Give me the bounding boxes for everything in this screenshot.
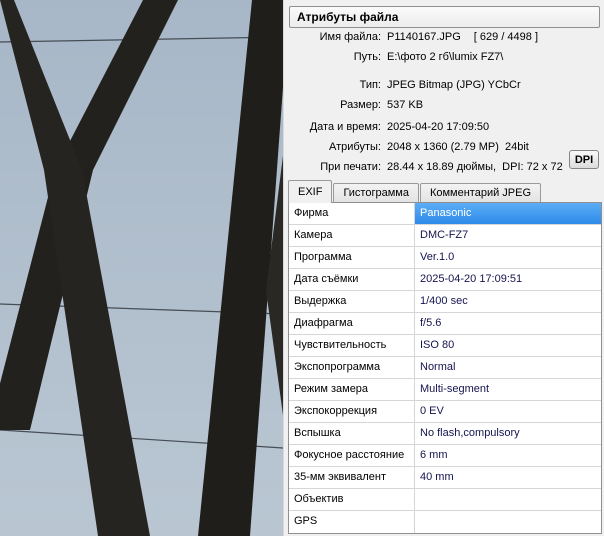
exif-row-camera[interactable]: Камера DMC-FZ7 — [289, 225, 601, 247]
exif-key: Экспопрограмма — [289, 357, 415, 378]
exif-row-flash[interactable]: Вспышка No flash,compulsory — [289, 423, 601, 445]
tab-jpeg-comment[interactable]: Комментарий JPEG — [419, 183, 542, 203]
exif-value: Normal — [420, 361, 456, 373]
exif-value: Ver.1.0 — [420, 251, 455, 263]
exif-key: Камера — [289, 225, 415, 246]
type-label: Тип: — [359, 79, 381, 91]
exif-row-metering[interactable]: Режим замера Multi-segment — [289, 379, 601, 401]
exif-row-iso[interactable]: Чувствительность ISO 80 — [289, 335, 601, 357]
filename-value: P1140167.JPG[ 629 / 4498 ] — [387, 31, 539, 43]
exif-row-shutter[interactable]: Выдержка 1/400 sec — [289, 291, 601, 313]
exif-key: GPS — [289, 511, 415, 533]
exif-key: Экспокоррекция — [289, 401, 415, 422]
exif-value: Multi-segment — [420, 383, 490, 395]
exif-key: 35-мм эквивалент — [289, 467, 415, 488]
exif-row-software[interactable]: Программа Ver.1.0 — [289, 247, 601, 269]
exif-row-gps[interactable]: GPS — [289, 511, 601, 533]
tab-bar: EXIF Гистограмма Комментарий JPEG — [288, 180, 542, 203]
photo-canvas[interactable] — [0, 0, 283, 536]
exif-row-expo-correction[interactable]: Экспокоррекция 0 EV — [289, 401, 601, 423]
tab-histogram[interactable]: Гистограмма — [333, 183, 419, 203]
exif-row-expo-program[interactable]: Экспопрограмма Normal — [289, 357, 601, 379]
file-index-counter: [ 629 / 4498 ] — [473, 31, 539, 43]
exif-row-shot-date[interactable]: Дата съёмки 2025-04-20 17:09:51 — [289, 269, 601, 291]
panel-title: Атрибуты файла — [289, 6, 600, 28]
exif-value: 2025-04-20 17:09:51 — [420, 273, 523, 285]
exif-key: Выдержка — [289, 291, 415, 312]
exif-row-make[interactable]: Фирма Panasonic — [289, 203, 601, 225]
dimensions-label: Атрибуты: — [329, 141, 381, 153]
photo-image — [0, 0, 283, 536]
file-attributes-panel: Атрибуты файла Имя файла: P1140167.JPG[ … — [283, 0, 604, 536]
exif-table: Фирма Panasonic Камера DMC-FZ7 Программа… — [288, 202, 602, 534]
size-value: 537 KB — [387, 99, 424, 111]
exif-value: 40 mm — [420, 471, 454, 483]
exif-value: 6 mm — [420, 449, 448, 461]
size-label: Размер: — [340, 99, 381, 111]
exif-key: Программа — [289, 247, 415, 268]
datetime-value: 2025-04-20 17:09:50 — [387, 121, 490, 133]
exif-key: Фокусное расстояние — [289, 445, 415, 466]
exif-value — [415, 489, 601, 510]
exif-key: Диафрагма — [289, 313, 415, 334]
dimensions-value: 2048 x 1360 (2.79 MP) 24bit — [387, 141, 529, 153]
file-attributes-window: { "photo": { "alt": "Dark diagonal metal… — [0, 0, 604, 536]
exif-row-aperture[interactable]: Диафрагма f/5.6 — [289, 313, 601, 335]
exif-value: f/5.6 — [420, 317, 442, 329]
exif-value: DMC-FZ7 — [420, 229, 469, 241]
print-size-value: 28.44 x 18.89 дюймы, DPI: 72 x 72 — [387, 161, 563, 173]
exif-value: Panasonic — [415, 203, 601, 224]
exif-key: Объектив — [289, 489, 415, 510]
filename-label: Имя файла: — [319, 31, 381, 43]
exif-value — [415, 511, 601, 533]
exif-value: No flash,compulsory — [420, 427, 520, 439]
exif-key: Чувствительность — [289, 335, 415, 356]
exif-value: 1/400 sec — [420, 295, 468, 307]
exif-key: Вспышка — [289, 423, 415, 444]
path-label: Путь: — [353, 51, 381, 63]
type-value: JPEG Bitmap (JPG) YCbCr — [387, 79, 521, 91]
exif-value: 0 EV — [420, 405, 444, 417]
print-size-label: При печати: — [320, 161, 381, 173]
path-value: E:\фото 2 гб\lumix FZ7\ — [387, 51, 504, 63]
exif-value: ISO 80 — [420, 339, 455, 351]
datetime-label: Дата и время: — [309, 121, 381, 133]
exif-key: Дата съёмки — [289, 269, 415, 290]
exif-key: Режим замера — [289, 379, 415, 400]
exif-row-lens[interactable]: Объектив — [289, 489, 601, 511]
exif-key: Фирма — [289, 203, 415, 224]
dpi-button[interactable]: DPI — [569, 150, 599, 169]
exif-row-35mm-equivalent[interactable]: 35-мм эквивалент 40 mm — [289, 467, 601, 489]
exif-row-focal-length[interactable]: Фокусное расстояние 6 mm — [289, 445, 601, 467]
tab-exif[interactable]: EXIF — [288, 180, 333, 203]
